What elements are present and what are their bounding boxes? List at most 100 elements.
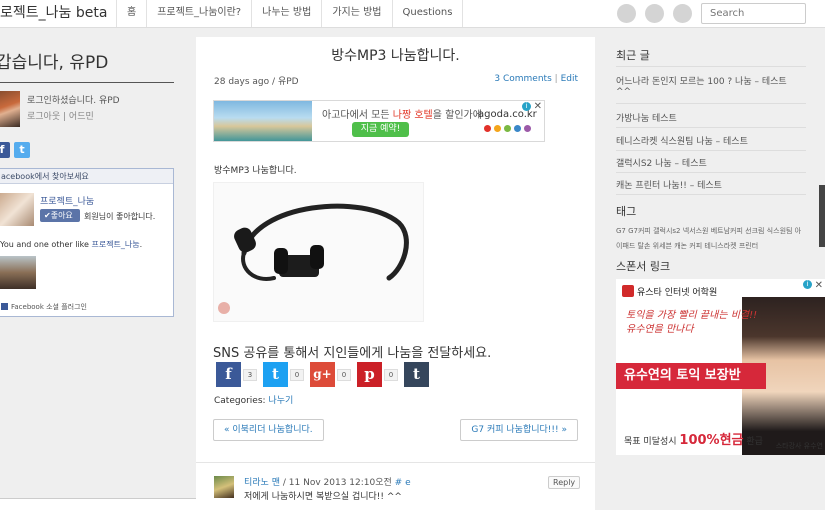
agoda-banner-ad[interactable]: 아고다에서 모든 나짱 호텔을 할인가에 지금 예약! agoda.co.kr … — [213, 100, 545, 142]
scrollbar[interactable] — [819, 185, 825, 247]
fb-social-plugin[interactable]: Facebook 소셜 플러그인 — [1, 302, 87, 312]
site-brand[interactable]: 로젝트_나눔 beta — [0, 0, 117, 27]
ad-text-pre: 아고다에서 모든 — [322, 110, 393, 121]
welcome-title: 갑습니다, 유PD — [0, 53, 109, 73]
nav-how-to-get[interactable]: 가지는 방법 — [322, 0, 393, 27]
facebook-icon — [1, 303, 8, 310]
tumblr-icon[interactable]: t — [404, 362, 429, 387]
admin-link[interactable]: 어드민 — [69, 112, 94, 122]
ad-close-icon[interactable]: ✕ — [815, 280, 823, 291]
previous-post-button[interactable]: « 이북리더 나눔합니다. — [213, 419, 324, 441]
post-categories: Categories: 나누기 — [214, 393, 293, 406]
fb-like-button[interactable]: ✔좋아요 — [40, 209, 80, 222]
fb-page-thumbnail[interactable] — [0, 193, 34, 226]
pinterest-icon[interactable]: p — [357, 362, 382, 387]
book-now-button[interactable]: 지금 예약! — [352, 122, 409, 137]
account-links: 로그아웃 | 어드민 — [27, 109, 94, 122]
commenter-avatar — [214, 476, 234, 498]
facebook-icon[interactable]: f — [0, 142, 10, 158]
ad-brand: 유스타 인터넷 어학원 — [622, 285, 717, 298]
recent-post-link[interactable]: 갤럭시S2 나눔 – 테스트 — [616, 156, 707, 169]
fb-plugin-label: Facebook 소셜 플러그인 — [11, 303, 87, 311]
dot-green — [504, 125, 511, 132]
share-heading: SNS 공유를 통해서 지인들에게 나눔을 전달하세요. — [213, 346, 492, 361]
comments-link[interactable]: 3 Comments — [494, 74, 551, 84]
nav-home[interactable]: 홈 — [117, 0, 148, 27]
main-nav: 홈 프로젝트_나눔이란? 나누는 방법 가지는 방법 Questions — [117, 0, 464, 27]
edit-link[interactable]: Edit — [561, 74, 578, 84]
tag-cloud[interactable]: G7 G7커피 갤럭시s2 넥서스원 베트남커피 선크림 식스원팀 아이패드 탈… — [616, 224, 806, 254]
dot-orange — [494, 125, 501, 132]
link-separator: | — [63, 112, 67, 122]
recent-post-link[interactable]: 캐논 프린터 나눔!! – 테스트 — [616, 178, 722, 191]
fb-like-label: 좋아요 — [50, 211, 73, 220]
share-count: 3 — [243, 368, 257, 381]
dot-red — [484, 125, 491, 132]
ad-info-icon[interactable]: i — [803, 280, 812, 289]
ad-handwriting: 토익을 가장 빨리 끝내는 비결!! 유수연을 만나다 — [626, 309, 757, 337]
post-image[interactable] — [213, 182, 424, 322]
ad-hand-line2: 유수연을 만나다 — [626, 324, 694, 335]
categories-label: Categories: — [214, 396, 266, 406]
comment-date: 11 Nov 2013 12:10오전 — [288, 478, 392, 488]
post-actions: 3 Comments | Edit — [494, 74, 578, 84]
twitter-icon[interactable]: t — [263, 362, 288, 387]
ad-text-highlight: 나짱 호텔 — [392, 110, 433, 121]
top-navbar: 로젝트_나눔 beta 홈 프로젝트_나눔이란? 나누는 방법 가지는 방법 Q… — [0, 0, 825, 28]
social-circle-icon[interactable] — [645, 4, 664, 23]
share-count: 0 — [384, 368, 398, 381]
post-meta: 28 days ago / 유PD — [214, 74, 299, 87]
fb-box-header: acebook에서 찾아보세요 — [0, 169, 173, 184]
sponsor-ad[interactable]: 유스타 인터넷 어학원 토익을 가장 빨리 끝내는 비결!! 유수연을 만나다 … — [616, 279, 825, 455]
brand-logo-icon — [622, 285, 634, 297]
recent-post-link[interactable]: 테니스라켓 식스원팀 나눔 – 테스트 — [616, 134, 748, 147]
google-plus-icon[interactable]: g+ — [310, 362, 335, 387]
divider — [0, 82, 174, 83]
search-input[interactable] — [701, 3, 806, 24]
divider — [616, 194, 806, 195]
post-body: 방수MP3 나눔합니다. — [214, 166, 297, 176]
ad-text-post: 을 할인가에 — [432, 110, 482, 121]
ad-hand-line1: 토익을 가장 빨리 끝내는 비결!! — [626, 310, 758, 321]
user-avatar — [0, 91, 20, 127]
ad-info-icon[interactable]: i — [522, 102, 531, 111]
fb-others-suffix: . — [139, 240, 143, 249]
ad-bottom-post: 환급 — [743, 437, 763, 447]
share-count: 0 — [290, 368, 304, 381]
twitter-icon[interactable]: t — [14, 142, 30, 158]
ad-brand-label: 유스타 인터넷 어학원 — [637, 288, 718, 298]
nav-questions[interactable]: Questions — [393, 0, 464, 27]
fb-friend-photo[interactable] — [0, 256, 36, 289]
ad-refund-text: 목표 미달성시 100%현금 환급 — [624, 429, 763, 448]
reply-button[interactable]: Reply — [548, 476, 581, 489]
next-post-button[interactable]: G7 커피 나눔합니다!!! » — [460, 419, 578, 441]
social-circle-icon[interactable] — [617, 4, 636, 23]
post-date: 28 days ago — [214, 77, 270, 87]
ad-bottom-big: 100%현금 — [679, 433, 744, 448]
action-separator: | — [554, 74, 558, 84]
post-author[interactable]: 유PD — [278, 77, 299, 87]
dot-purple — [524, 125, 531, 132]
comment-permalink[interactable]: # e — [395, 478, 411, 488]
comment-text: 저에게 나눔하시면 복받으실 겁니다!! ^^ — [244, 492, 402, 502]
fb-page-name[interactable]: 프로젝트_나눔 — [40, 194, 94, 207]
meta-separator: / — [272, 77, 276, 87]
fb-likes-text: 회원님이 좋아합니다. — [84, 212, 156, 221]
nav-about[interactable]: 프로젝트_나눔이란? — [147, 0, 253, 27]
ad-close-icon[interactable]: ✕ — [534, 102, 542, 112]
recent-post-link[interactable]: 어느나라 돈인지 모르는 100 ? 나눔 – 테스트 — [616, 74, 787, 87]
recent-post-link-cont[interactable]: ^^ — [616, 87, 631, 97]
checkmark-icon: ✔ — [44, 211, 51, 220]
fb-others-page-link[interactable]: 프로젝트_나눔 — [91, 240, 139, 249]
recent-post-link[interactable]: 가방나눔 테스트 — [616, 111, 677, 124]
nav-how-to-share[interactable]: 나누는 방법 — [252, 0, 323, 27]
logout-link[interactable]: 로그아웃 — [27, 112, 60, 122]
sponsor-heading: 스폰서 링크 — [616, 260, 671, 273]
tags-heading: 태그 — [616, 205, 637, 218]
category-link[interactable]: 나누기 — [268, 396, 293, 406]
facebook-icon[interactable]: f — [216, 362, 241, 387]
recent-posts-heading: 최근 글 — [616, 49, 650, 62]
post-title: 방수MP3 나눔합니다. — [331, 48, 460, 64]
social-circle-icon[interactable] — [673, 4, 692, 23]
comment-author[interactable]: 티라노 맨 — [244, 478, 280, 488]
